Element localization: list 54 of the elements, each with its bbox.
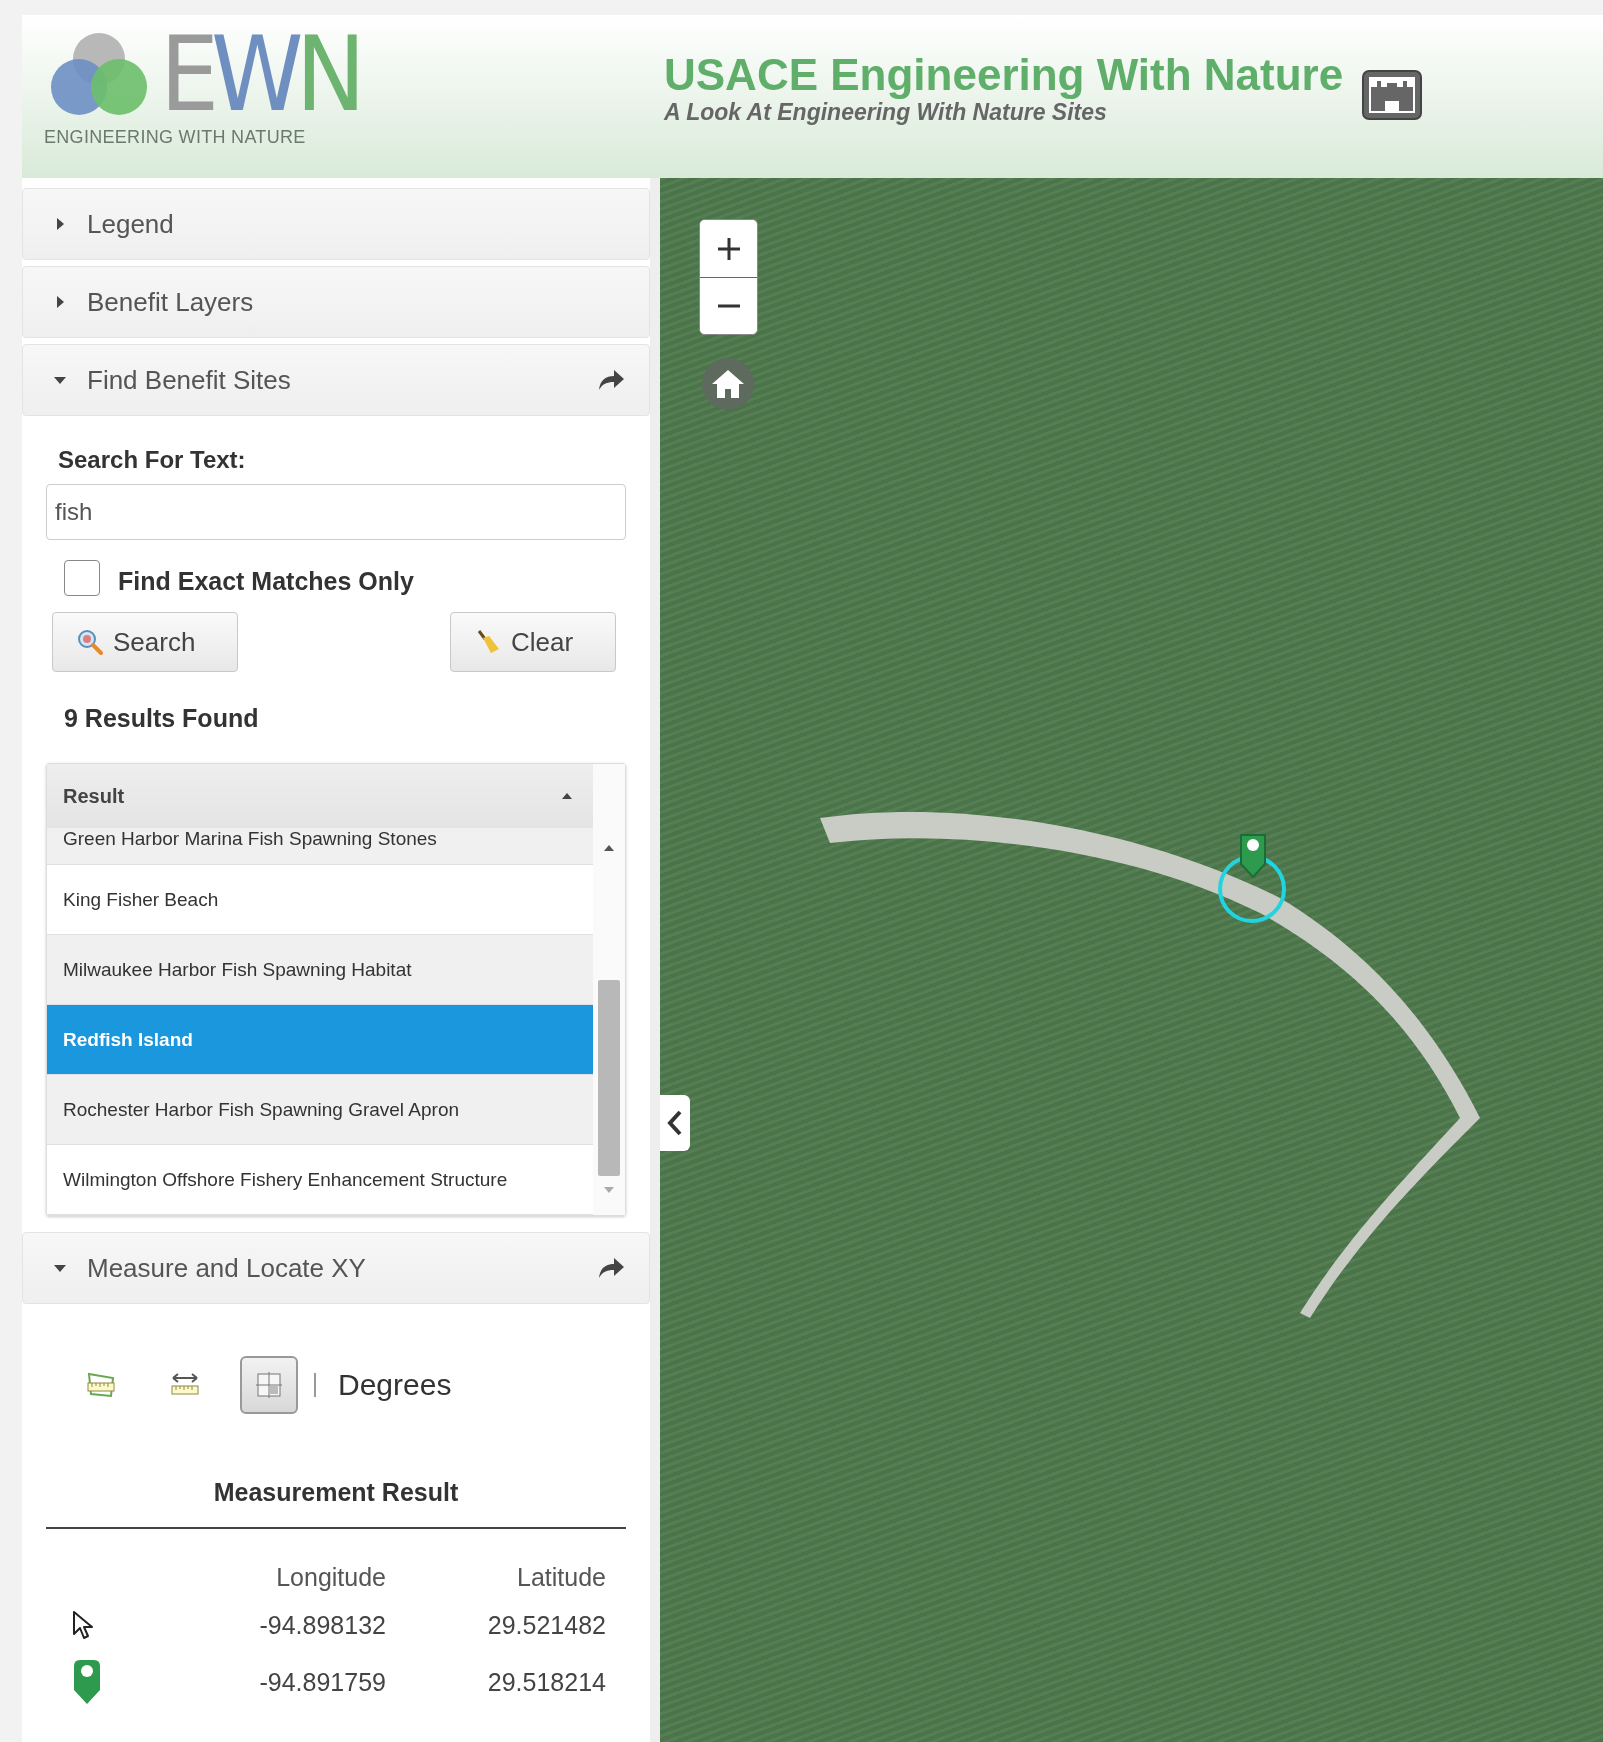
result-row[interactable]: King Fisher Beach (47, 865, 593, 935)
castle-logo-icon (1361, 69, 1424, 121)
magnifier-icon (77, 629, 103, 655)
checkbox[interactable] (64, 560, 100, 596)
home-icon (711, 369, 745, 399)
area-ruler-icon (85, 1370, 117, 1400)
logo-caption: ENGINEERING WITH NATURE (44, 127, 307, 148)
grid-location-icon (254, 1370, 284, 1400)
zoom-out-button[interactable] (700, 277, 757, 334)
logo-wordmark: EWN (160, 29, 358, 119)
search-field[interactable]: fish (46, 484, 626, 540)
panel-title: Benefit Layers (87, 286, 255, 318)
column-header: Latitude (516, 1563, 606, 1592)
results-count: 9 Results Found (64, 704, 260, 733)
app-subtitle: A Look At Engineering With Nature Sites (664, 99, 1108, 126)
map-pin-icon (72, 1658, 102, 1706)
home-button[interactable] (702, 358, 754, 410)
scroll-up-icon[interactable] (603, 844, 615, 852)
latitude-value: 29.521482 (486, 1610, 606, 1640)
sort-up-icon (561, 792, 573, 800)
column-header: Longitude (275, 1563, 386, 1592)
plus-icon (715, 235, 742, 262)
result-row[interactable]: Wilmington Offshore Fishery Enhancement Structure (47, 1145, 593, 1215)
longitude-value: -94.898132 (258, 1610, 386, 1640)
broom-icon (475, 629, 501, 655)
location-ring-icon (1217, 854, 1287, 924)
clear-button[interactable]: Clear (450, 612, 616, 672)
scrollbar[interactable] (593, 764, 625, 1215)
panel-title: Legend (87, 208, 175, 240)
cursor-icon (72, 1610, 94, 1640)
longitude-value: -94.891759 (258, 1667, 386, 1697)
share-arrow-icon[interactable] (597, 369, 625, 391)
unit-label[interactable]: Degrees (338, 1368, 452, 1402)
panel-title: Measure and Locate XY (87, 1252, 367, 1284)
column-header[interactable]: Result (47, 764, 593, 828)
collapse-panel-button[interactable] (660, 1095, 690, 1151)
search-button[interactable]: Search (52, 612, 238, 672)
map-pin-icon (1238, 832, 1268, 878)
panel-title: Find Benefit Sites (87, 364, 292, 396)
checkbox-label: Find Exact Matches Only (118, 567, 414, 596)
result-heading: Measurement Result (46, 1478, 626, 1529)
panel-header[interactable]: Benefit Layers (22, 266, 650, 338)
panel-header[interactable]: Legend (22, 188, 650, 260)
share-arrow-icon[interactable] (597, 1257, 625, 1279)
result-row[interactable]: Milwaukee Harbor Fish Spawning Habitat (47, 935, 593, 1005)
panel-header[interactable]: Measure and Locate XY (22, 1232, 650, 1304)
result-row[interactable]: Green Harbor Marina Fish Spawning Stones (47, 828, 593, 865)
minus-icon (717, 304, 740, 308)
latitude-value: 29.518214 (486, 1667, 606, 1697)
chevron-left-icon (666, 1108, 684, 1138)
panel-header[interactable]: Find Benefit Sites (22, 344, 650, 416)
field-label: Search For Text: (58, 446, 247, 474)
result-row[interactable]: Rochester Harbor Fish Spawning Gravel Apron (47, 1075, 593, 1145)
scrollbar-thumb[interactable] (598, 980, 620, 1176)
